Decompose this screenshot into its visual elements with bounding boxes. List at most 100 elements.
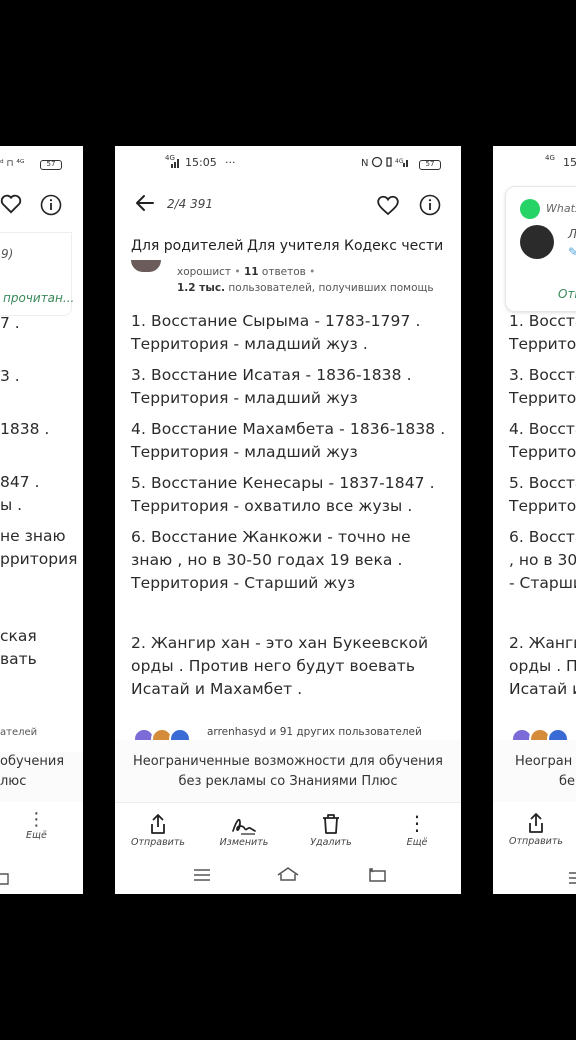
left-line: ы . <box>0 496 23 514</box>
edit-button[interactable]: Изменить <box>209 809 279 848</box>
edit-signature-icon <box>209 809 279 835</box>
left-more-icon: ⋮ <box>27 809 46 830</box>
right-share-action[interactable]: Отправить <box>501 808 571 847</box>
whatsapp-icon <box>520 199 540 219</box>
right-promo-line: Неогран <box>515 754 573 769</box>
share-button[interactable]: Отправить <box>123 809 193 848</box>
answers-label: ответов <box>261 266 306 278</box>
notif-sender-initial: Л <box>568 227 576 241</box>
left-read-link[interactable]: прочитан... <box>3 291 74 305</box>
more-label: Ещё <box>406 837 428 848</box>
tab-honor-code[interactable]: Кодекс чести <box>344 238 443 254</box>
home-nav-icon[interactable] <box>276 866 300 882</box>
left-line: не знаю <box>0 527 66 545</box>
right-line: орды . П <box>509 657 576 675</box>
answer-item: 6. Восстание Жанкожи - точно не знаю , н… <box>131 528 411 592</box>
notif-attachment-icon: ✎ <box>568 245 576 259</box>
answer-item: 2. Жангир хан - это хан Букеевской орды … <box>131 634 429 698</box>
left-status-bar: ᵈ ⊓ ⁴ᴳ 57 <box>0 146 83 180</box>
tab-parents[interactable]: Для родителей <box>131 238 243 254</box>
left-battery-icon: 57 <box>40 156 62 170</box>
left-screenshot-panel: ᵈ ⊓ ⁴ᴳ 57 9) прочитан... 7 . 3 . 1838 . … <box>0 146 83 894</box>
delete-label: Удалить <box>310 837 352 848</box>
left-promo-line: люс <box>0 774 27 789</box>
right-screenshot-panel: 4G 15:0 Whats Л ✎ Отв 1. Восста Территор… <box>493 146 576 894</box>
share-label: Отправить <box>131 837 185 848</box>
back-nav-icon[interactable] <box>369 868 387 882</box>
user-info: хорошист • 11 ответов • 1.2 тыс. пользов… <box>115 260 461 302</box>
back-arrow-icon[interactable] <box>135 194 155 212</box>
helped-label: пользователей, получивших помощь <box>228 282 434 294</box>
user-stats-line: хорошист • 11 ответов • <box>177 266 316 278</box>
right-line: 5. Восста <box>509 474 576 492</box>
notif-avatar <box>520 225 554 259</box>
right-answer-second: 2. Жанги орды . П Исатай и <box>509 632 576 701</box>
right-status-time: 15:0 <box>563 156 576 169</box>
heart-icon[interactable] <box>376 194 400 216</box>
left-heart-icon[interactable] <box>0 194 22 214</box>
answer-list: 1. Восстание Сырыма - 1783-1797 . Террит… <box>131 310 451 603</box>
left-thanks-fragment: ателей <box>0 727 38 738</box>
promo-line-2: без рекламы со Знаниями Плюс <box>178 774 398 789</box>
notif-reply-action[interactable]: Отв <box>558 287 576 301</box>
right-line: - Старши <box>509 574 576 592</box>
action-bar: Отправить Изменить Удалить ⋮ Ещё <box>115 802 461 856</box>
page-counter: 2/4 391 <box>167 197 214 211</box>
left-more-action[interactable]: ⋮ Ещё <box>26 809 47 842</box>
right-line: 3. Восста <box>509 366 576 384</box>
right-line: 2. Жанги <box>509 634 576 652</box>
system-nav-bar <box>115 856 461 894</box>
tab-teachers[interactable]: Для учителя <box>247 238 340 254</box>
more-dots-icon: ⋮ <box>407 811 427 835</box>
answer-item: 1. Восстание Сырыма - 1783-1797 . Террит… <box>131 312 421 353</box>
answer-item: 4. Восстание Махамбета - 1836-1838 . Тер… <box>131 420 446 461</box>
right-line: 1. Восста <box>509 312 576 330</box>
tabs-bar: Для родителей Для учителя Кодекс чести <box>115 232 461 266</box>
delete-button[interactable]: Удалить <box>296 809 366 848</box>
plus-promo-banner[interactable]: Неограниченные возможности для обучения … <box>115 740 461 802</box>
user-rank: хорошист <box>177 266 232 278</box>
left-promo-line: обучения <box>0 754 65 769</box>
right-menu-nav-icon[interactable] <box>569 870 576 889</box>
right-line: Территор <box>509 497 576 515</box>
helped-count: 1.2 тыс. <box>177 282 226 294</box>
right-status-bar: 4G 15:0 <box>493 146 576 180</box>
status-icons: N 4G <box>361 156 409 171</box>
status-bar: 4G 15:05 ··· N 4G 57 <box>115 146 461 180</box>
right-line: Территор <box>509 389 576 407</box>
info-icon[interactable] <box>419 194 441 216</box>
left-line: 3 . <box>0 367 20 385</box>
signal-icon <box>171 158 181 171</box>
answers-count: 11 <box>243 266 259 278</box>
avatar[interactable] <box>131 260 161 272</box>
left-line: 847 . <box>0 473 40 491</box>
right-line: 6. Восста <box>509 528 576 546</box>
thanks-text[interactable]: arrenhasyd и 91 других пользователей <box>207 726 422 738</box>
left-paren-text: 9) <box>1 247 14 261</box>
left-line: рритория <box>0 550 78 568</box>
promo-line-1: Неограниченные возможности для обучения <box>133 754 443 769</box>
right-share-icon <box>501 808 571 834</box>
status-time: 15:05 <box>185 156 217 169</box>
svg-text:4G: 4G <box>395 158 404 165</box>
right-line: Исатай и <box>509 680 576 698</box>
right-answer-fragments: 1. Восста Территор 3. Восста Территор 4.… <box>509 310 576 595</box>
right-line: , но в 30 <box>509 551 576 569</box>
notif-app-name: Whats <box>546 202 576 215</box>
left-line: вать <box>0 650 37 668</box>
left-notification-card: 9) прочитан... <box>0 232 74 316</box>
right-line: Территор <box>509 443 576 461</box>
left-info-icon[interactable] <box>40 194 62 216</box>
left-promo-fragment: обучения люс <box>0 752 83 802</box>
left-line: ская <box>0 627 37 645</box>
left-line: 1838 . <box>0 420 50 438</box>
left-line: 7 . <box>0 314 20 332</box>
left-nav-back-icon[interactable] <box>0 870 10 889</box>
left-answer-fragments: 7 . 3 . 1838 . 847 . ы . не знаю рритори… <box>0 312 78 671</box>
right-network-indicator: 4G <box>545 154 555 162</box>
menu-nav-icon[interactable] <box>193 868 211 882</box>
left-more-label: Ещё <box>26 830 47 841</box>
answer-second-part: 2. Жангир хан - это хан Букеевской орды … <box>131 632 451 709</box>
more-button[interactable]: ⋮ Ещё <box>382 809 452 848</box>
right-notification-card[interactable]: Whats Л ✎ Отв <box>505 186 576 312</box>
